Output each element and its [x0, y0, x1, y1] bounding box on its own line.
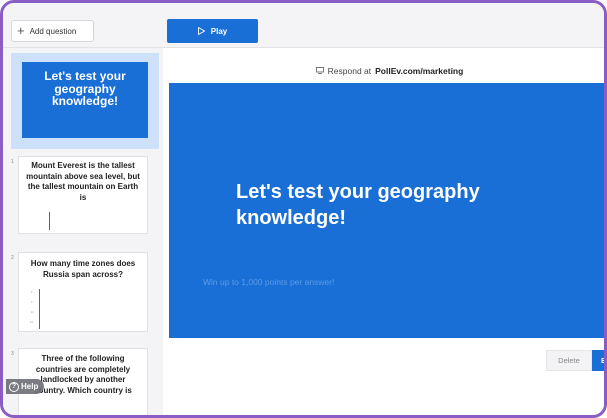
play-icon: [197, 27, 205, 35]
slide-thumb-2[interactable]: How many time zones does Russia span acr…: [18, 252, 148, 332]
play-button[interactable]: Play: [167, 19, 258, 43]
slide-number: 2: [11, 255, 14, 261]
slide-thumb-1[interactable]: Mount Everest is the tallest mountain ab…: [18, 156, 148, 234]
slide-subtitle: Win up to 1,000 points per answer!: [203, 277, 335, 287]
plus-icon: +: [17, 23, 25, 38]
slide-thumb-intro[interactable]: Let's test your geography knowledge!: [11, 53, 159, 149]
slide-sidebar: Let's test your geography knowledge! 1 M…: [3, 48, 163, 415]
mini-chart-label: 6: [31, 291, 33, 294]
delete-button[interactable]: Delete: [546, 350, 592, 371]
slide-thumb-title: Mount Everest is the tallest mountain ab…: [26, 161, 140, 202]
mini-chart-label: 13: [30, 321, 33, 324]
help-icon: ?: [9, 381, 19, 392]
app-window: + Add question Play Let's test your geog…: [0, 0, 607, 418]
mini-chart-bar: [39, 289, 40, 329]
add-question-button[interactable]: + Add question: [11, 20, 94, 42]
respond-instructions: Respond at PollEv.com/marketing: [169, 58, 604, 84]
mini-chart-label: 11: [31, 311, 34, 314]
add-question-label: Add question: [29, 26, 77, 36]
screen-icon: [315, 67, 324, 74]
mini-chart: [27, 212, 67, 230]
help-button[interactable]: ? Help: [6, 379, 44, 394]
slide-canvas: Let's test your geography knowledge! Win…: [169, 83, 604, 338]
slide-number: 3: [11, 351, 14, 357]
slide-preview: Respond at PollEv.com/marketing Let's te…: [163, 48, 604, 415]
respond-url: PollEv.com/marketing: [375, 65, 464, 76]
slide-number: 1: [11, 159, 14, 165]
play-label: Play: [210, 26, 228, 36]
slide-title: Let's test your geography knowledge!: [236, 181, 480, 229]
mini-chart-bar: [49, 212, 50, 230]
toolbar: + Add question Play: [3, 3, 604, 48]
slide-thumb-title: Let's test your geography knowledge!: [22, 62, 148, 138]
edit-button[interactable]: Edit: [592, 350, 604, 371]
slide-thumb-title: How many time zones does Russia span acr…: [30, 259, 136, 279]
help-label: Help: [21, 382, 39, 391]
mini-chart: 6 9 11 13: [27, 289, 67, 329]
respond-prefix: Respond at: [327, 65, 372, 76]
mini-chart-label: 9: [31, 301, 33, 304]
